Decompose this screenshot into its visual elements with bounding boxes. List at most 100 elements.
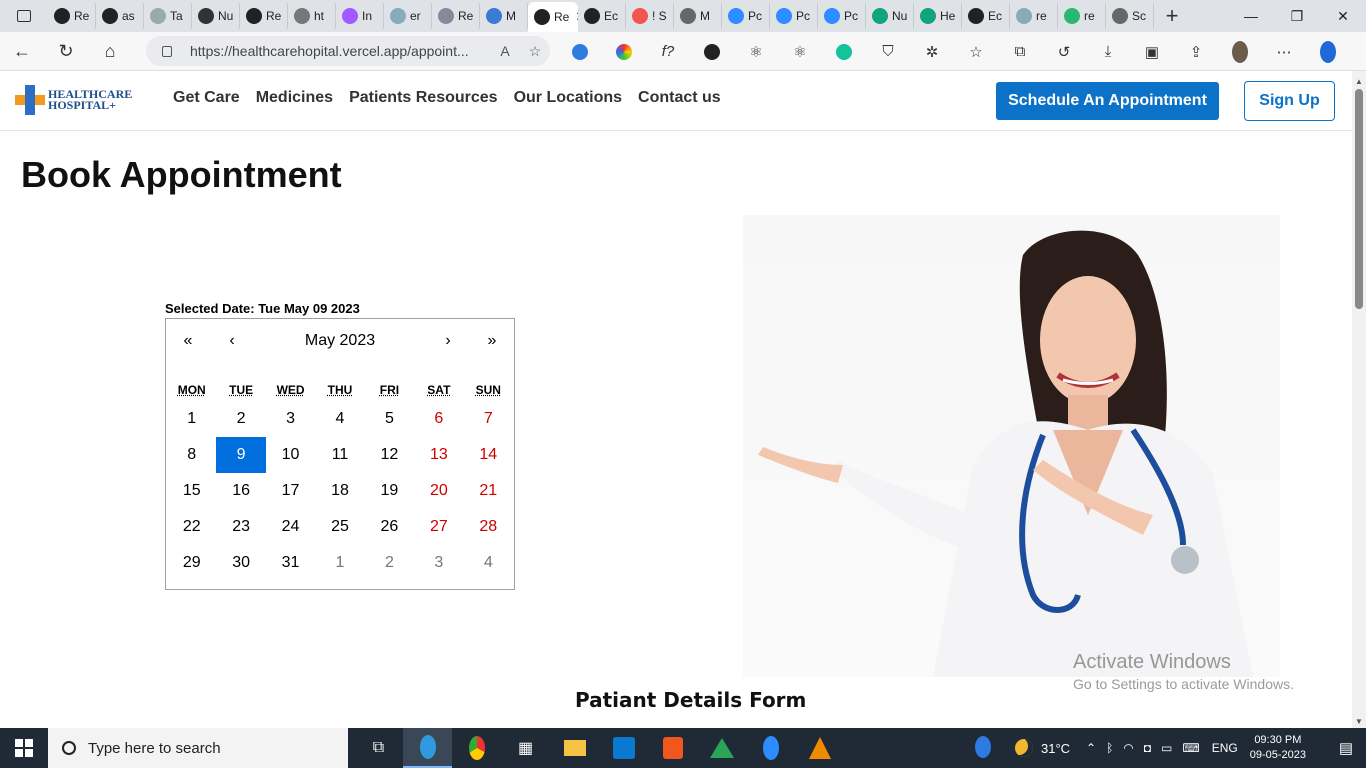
calendar-day[interactable]: 10 <box>266 437 315 473</box>
nav-medicines[interactable]: Medicines <box>256 89 333 107</box>
read-aloud-icon[interactable]: A <box>490 43 520 59</box>
calendar-day[interactable]: 1 <box>167 401 216 437</box>
browser-tab[interactable]: Re <box>48 3 96 29</box>
extension-react-icon[interactable]: ⚛ <box>734 43 778 61</box>
extension-color-icon[interactable] <box>602 43 646 60</box>
browser-tab[interactable]: Sc <box>1106 3 1154 29</box>
browser-tab[interactable]: Re✕ <box>528 2 578 32</box>
browser-tab[interactable]: Pc <box>818 3 866 29</box>
browser-tab[interactable]: Nu <box>866 3 914 29</box>
restore-icon[interactable]: ❐ <box>1274 0 1320 32</box>
calendar-day[interactable]: 22 <box>167 509 216 545</box>
taskbar-clock[interactable]: 09:30 PM 09-05-2023 <box>1250 733 1306 763</box>
calendar-day[interactable]: 6 <box>414 401 463 437</box>
home-icon[interactable]: ⌂ <box>88 32 132 71</box>
settings-more-icon[interactable]: ⋯ <box>1262 43 1306 61</box>
browser-tab[interactable]: Pc <box>770 3 818 29</box>
browser-tab[interactable]: er <box>384 3 432 29</box>
bluetooth-icon[interactable]: ᛒ <box>1106 741 1113 755</box>
calendar-day-selected[interactable]: 9 <box>216 437 266 473</box>
url-text[interactable]: https://healthcarehopital.vercel.app/app… <box>190 43 490 59</box>
sign-up-button[interactable]: Sign Up <box>1244 81 1335 121</box>
extensions-puzzle-icon[interactable]: ✲ <box>910 43 954 61</box>
browser-tab[interactable]: Ec <box>962 3 1010 29</box>
profile-avatar[interactable] <box>1218 40 1262 63</box>
schedule-appointment-button[interactable]: Schedule An Appointment <box>996 82 1219 120</box>
calendar-day[interactable]: 31 <box>266 545 315 581</box>
extension-fx-icon[interactable]: f? <box>646 43 690 60</box>
vscode-app-icon[interactable] <box>599 728 648 768</box>
extension-react-devtools-icon[interactable]: ⚛ <box>778 43 822 61</box>
next-year-button[interactable]: » <box>470 332 514 350</box>
downloads-icon[interactable]: ⤓ <box>1086 43 1130 60</box>
task-view-icon[interactable]: ⧉ <box>354 728 403 768</box>
wifi-icon[interactable]: ◠ <box>1123 741 1133 755</box>
page-scrollbar[interactable]: ▲ ▼ <box>1352 71 1366 728</box>
calendar-day[interactable]: 19 <box>365 473 414 509</box>
minimize-icon[interactable]: — <box>1228 0 1274 32</box>
browser-tab[interactable]: Ta <box>144 3 192 29</box>
calendar-day[interactable]: 1 <box>315 545 364 581</box>
browser-tab[interactable]: as <box>96 3 144 29</box>
extension-drop-icon[interactable] <box>558 43 602 60</box>
calendar-day[interactable]: 30 <box>216 545 265 581</box>
history-icon[interactable]: ↺ <box>1042 43 1086 61</box>
battery-icon[interactable]: ▭ <box>1161 741 1172 755</box>
calendar-day[interactable]: 4 <box>464 545 513 581</box>
notifications-icon[interactable]: ▤ <box>1326 739 1366 757</box>
nav-contact-us[interactable]: Contact us <box>638 89 721 107</box>
calendar-day[interactable]: 23 <box>216 509 265 545</box>
calendar-day[interactable]: 27 <box>414 509 463 545</box>
address-bar[interactable]: https://healthcarehopital.vercel.app/app… <box>146 36 550 66</box>
calendar-day[interactable]: 3 <box>266 401 315 437</box>
extension-circle-icon[interactable] <box>690 43 734 60</box>
weather-widget[interactable]: 31°C <box>1014 739 1070 757</box>
file-explorer-icon[interactable] <box>550 728 599 768</box>
extension-shield-icon[interactable]: ⛉ <box>866 43 910 60</box>
nav-get-care[interactable]: Get Care <box>173 89 240 107</box>
browser-tab[interactable]: Ec <box>578 3 626 29</box>
refresh-icon[interactable]: ↻ <box>44 32 88 71</box>
month-label-button[interactable]: May 2023 <box>254 332 426 350</box>
tab-actions-menu-icon[interactable] <box>0 0 48 32</box>
calendar-day[interactable]: 12 <box>365 437 414 473</box>
calendar-day[interactable]: 16 <box>216 473 265 509</box>
new-tab-button[interactable]: + <box>1154 3 1190 29</box>
browser-tab[interactable]: Nu <box>192 3 240 29</box>
calendar-day[interactable]: 2 <box>365 545 414 581</box>
browser-tab[interactable]: re <box>1010 3 1058 29</box>
favorite-add-icon[interactable]: ☆ <box>520 43 550 60</box>
web-capture-icon[interactable]: ▣ <box>1130 43 1174 61</box>
calendar-day[interactable]: 26 <box>365 509 414 545</box>
share-icon[interactable]: ⇪ <box>1174 43 1218 61</box>
calendar-day[interactable]: 11 <box>315 437 364 473</box>
browser-tab[interactable]: In <box>336 3 384 29</box>
keyboard-icon[interactable]: ⌨ <box>1182 741 1199 755</box>
calendar-day[interactable]: 20 <box>414 473 463 509</box>
hospital-logo[interactable]: HEALTHCARE HOSPITAL+ <box>15 85 132 115</box>
show-hidden-icons-icon[interactable]: ⌃ <box>1086 741 1096 755</box>
edge-app-icon[interactable] <box>403 728 452 768</box>
calendar-day[interactable]: 15 <box>167 473 216 509</box>
calendar-day[interactable]: 13 <box>414 437 463 473</box>
taskbar-search-box[interactable]: Type here to search <box>48 728 348 768</box>
camera-icon[interactable]: ◘ <box>1144 741 1151 755</box>
vlc-app-icon[interactable] <box>795 728 844 768</box>
calendar-day[interactable]: 21 <box>464 473 513 509</box>
browser-tab[interactable]: ! S <box>626 3 674 29</box>
windows-start-icon[interactable] <box>0 728 48 768</box>
browser-tab[interactable]: re <box>1058 3 1106 29</box>
calendar-day[interactable]: 8 <box>167 437 216 473</box>
calendar-day[interactable]: 7 <box>464 401 513 437</box>
google-drive-icon[interactable] <box>697 728 746 768</box>
calendar-day[interactable]: 24 <box>266 509 315 545</box>
calendar-day[interactable]: 18 <box>315 473 364 509</box>
browser-tab[interactable]: Re <box>240 3 288 29</box>
calendar-day[interactable]: 4 <box>315 401 364 437</box>
prev-year-button[interactable]: « <box>166 332 210 350</box>
scroll-up-icon[interactable]: ▲ <box>1355 77 1363 86</box>
browser-tab[interactable]: ht <box>288 3 336 29</box>
language-indicator[interactable]: ENG <box>1212 741 1238 755</box>
browser-tab[interactable]: M <box>480 3 528 29</box>
browser-tab[interactable]: M <box>674 3 722 29</box>
